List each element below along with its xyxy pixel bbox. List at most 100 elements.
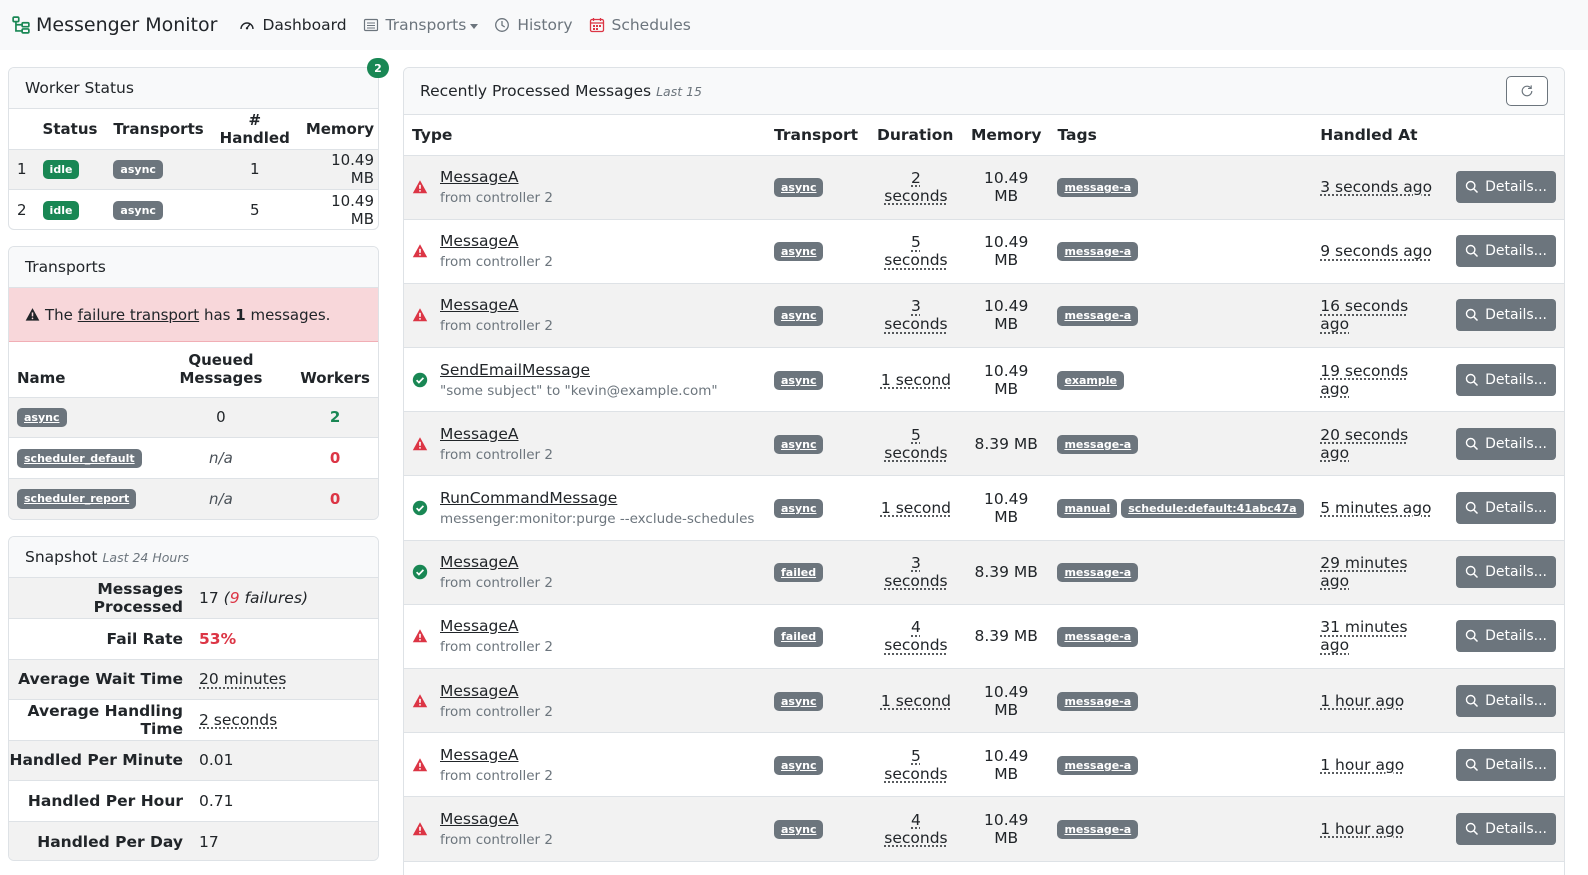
- message-type-link[interactable]: RunCommandMessage: [440, 489, 754, 507]
- transport-badge[interactable]: async: [113, 200, 163, 221]
- details-button[interactable]: Details...: [1456, 363, 1556, 396]
- stat-value: 53%: [199, 618, 378, 660]
- message-type-link[interactable]: MessageA: [440, 168, 553, 186]
- transport-badge[interactable]: async: [773, 434, 824, 454]
- table-row: MessageA from controller 2 failed 4 seconds…: [404, 604, 1564, 670]
- details-label: Details...: [1485, 564, 1547, 581]
- details-button[interactable]: Details...: [1456, 171, 1556, 204]
- col-tags: Tags: [1049, 115, 1313, 156]
- check-circle-icon: [412, 500, 428, 516]
- tag-badge[interactable]: message-a: [1057, 755, 1139, 775]
- message-type-link[interactable]: SendEmailMessage: [440, 361, 718, 379]
- message-description: from controller 2: [440, 575, 553, 592]
- memory-value: 8.39 MB: [962, 411, 1050, 477]
- tags-cell: message-a: [1049, 668, 1313, 734]
- details-label: Details...: [1485, 243, 1547, 260]
- details-label: Details...: [1485, 628, 1547, 645]
- refresh-button[interactable]: [1506, 76, 1548, 106]
- message-type-link[interactable]: MessageA: [440, 296, 553, 314]
- stat-value: 17: [199, 821, 378, 860]
- transport-badge[interactable]: async: [773, 370, 824, 390]
- failure-count: 1: [235, 305, 246, 324]
- search-icon: [1465, 245, 1479, 258]
- details-button[interactable]: Details...: [1456, 748, 1556, 781]
- details-button[interactable]: Details...: [1456, 427, 1556, 460]
- recent-messages-card: Recently Processed Messages Last 15 Type…: [403, 67, 1565, 875]
- details-button[interactable]: Details...: [1456, 684, 1556, 717]
- nav-schedules[interactable]: Schedules: [589, 16, 691, 34]
- nav-transports-label: Transports: [385, 16, 467, 34]
- search-icon: [1465, 437, 1479, 450]
- tag-badge[interactable]: message-a: [1057, 563, 1139, 583]
- message-type-link[interactable]: MessageA: [440, 553, 553, 571]
- message-type-link[interactable]: MessageA: [440, 425, 553, 443]
- search-icon: [1465, 373, 1479, 386]
- brand[interactable]: Messenger Monitor: [12, 14, 217, 36]
- table-row: MessageA from controller 2 failed 3 seconds…: [404, 540, 1564, 605]
- transports-card: Transports The failure transport has 1 m…: [8, 246, 379, 520]
- transport-link[interactable]: scheduler_report: [17, 489, 137, 509]
- worker-table: Status Transports # Handled Memory 1 idl…: [9, 109, 378, 229]
- transport-link[interactable]: async: [17, 408, 67, 428]
- col-type: Type: [404, 115, 766, 156]
- status-icon-cell: [412, 757, 440, 773]
- col-memory: Memory: [297, 109, 378, 150]
- duration-value: 5 seconds: [884, 233, 948, 270]
- transport-badge[interactable]: async: [773, 755, 824, 775]
- tag-badge[interactable]: message-a: [1057, 819, 1139, 840]
- failure-transport-link[interactable]: failure transport: [78, 306, 199, 324]
- refresh-icon: [1521, 85, 1533, 97]
- details-label: Details...: [1485, 435, 1547, 452]
- snapshot-header: Snapshot Last 24 Hours: [9, 537, 378, 578]
- tag-badge[interactable]: message-a: [1057, 242, 1139, 262]
- tag-badge[interactable]: message-a: [1057, 306, 1139, 326]
- tag-badge[interactable]: example: [1057, 370, 1124, 390]
- details-button[interactable]: Details...: [1456, 812, 1556, 845]
- message-type-link[interactable]: MessageA: [440, 810, 553, 828]
- transport-badge[interactable]: failed: [773, 563, 824, 583]
- details-button[interactable]: Details...: [1456, 235, 1556, 268]
- transport-badge[interactable]: async: [773, 819, 824, 840]
- workers-count: 2: [292, 397, 378, 438]
- tag-badge[interactable]: message-a: [1057, 178, 1139, 198]
- transport-badge[interactable]: async: [773, 306, 824, 326]
- handled-at-value: 29 minutes ago: [1320, 554, 1408, 591]
- message-type-link[interactable]: MessageA: [440, 682, 553, 700]
- message-description: from controller 2: [440, 639, 553, 656]
- transport-badge[interactable]: async: [113, 160, 163, 180]
- details-button[interactable]: Details...: [1456, 556, 1556, 589]
- status-icon-cell: [412, 500, 440, 516]
- memory-value: 8.39 MB: [962, 540, 1050, 605]
- message-type-link[interactable]: MessageA: [440, 232, 553, 250]
- nav-history[interactable]: History: [494, 16, 573, 34]
- transport-badge[interactable]: async: [773, 498, 824, 519]
- memory-value: 10.49 MB: [962, 219, 1050, 284]
- table-row: RunCommandMessage messenger:monitor:purge…: [404, 475, 1564, 541]
- message-type-link[interactable]: MessageA: [440, 746, 553, 764]
- table-row: scheduler_default n/a 0: [9, 437, 378, 479]
- details-button[interactable]: Details...: [1456, 492, 1556, 525]
- message-type-link[interactable]: MessageA: [440, 617, 553, 635]
- transport-link[interactable]: scheduler_default: [17, 448, 142, 468]
- stat-row: Handled Per Hour 0.71: [9, 780, 378, 822]
- memory-value: 10.49 MB: [331, 192, 375, 228]
- transport-badge[interactable]: failed: [773, 627, 824, 647]
- gauge-icon: [240, 22, 255, 30]
- details-button[interactable]: Details...: [1456, 299, 1556, 332]
- stat-label: Average Handling Time: [9, 699, 199, 741]
- queued-count: 0: [149, 397, 293, 438]
- nav-history-label: History: [517, 16, 573, 34]
- transport-badge[interactable]: async: [773, 691, 824, 711]
- tag-badge[interactable]: message-a: [1057, 434, 1139, 454]
- nav-dashboard[interactable]: Dashboard: [239, 16, 347, 34]
- nav-transports[interactable]: Transports: [363, 16, 479, 34]
- transport-badge[interactable]: async: [773, 242, 824, 262]
- tag-badge[interactable]: message-a: [1057, 691, 1139, 711]
- status-icon-cell: [412, 436, 440, 452]
- transport-badge[interactable]: async: [773, 178, 824, 198]
- tag-badge[interactable]: manual: [1057, 498, 1118, 519]
- tag-badge[interactable]: schedule:default:41abc47a: [1121, 498, 1304, 519]
- details-button[interactable]: Details...: [1456, 620, 1556, 653]
- tag-badge[interactable]: message-a: [1057, 627, 1139, 647]
- workers-count: 0: [292, 437, 378, 479]
